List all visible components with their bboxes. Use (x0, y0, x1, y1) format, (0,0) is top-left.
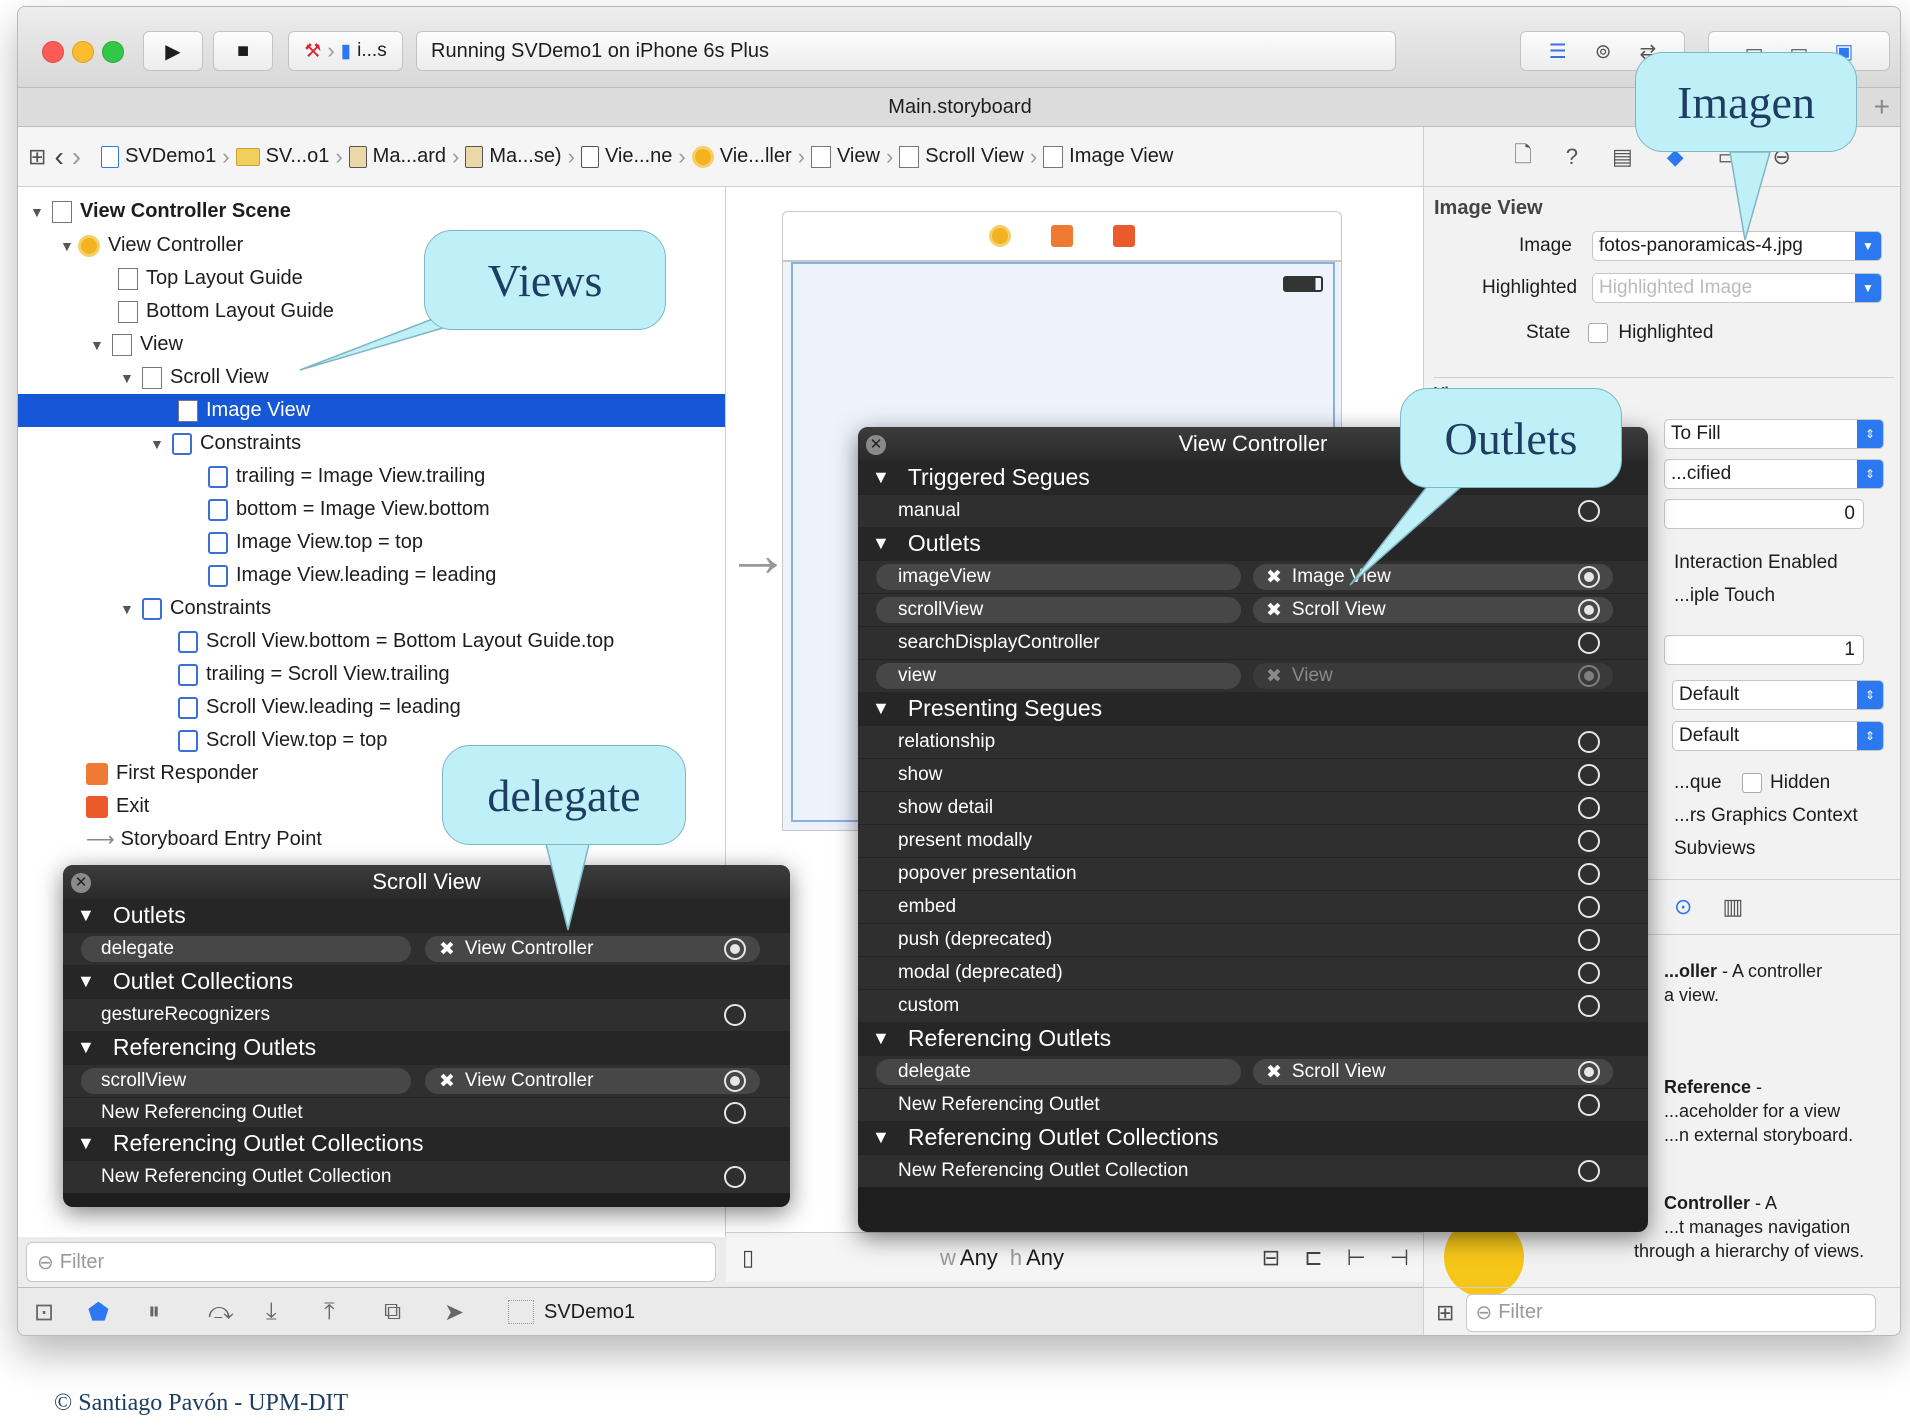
callout-text: Outlets (1444, 412, 1578, 464)
delegate-pointer (544, 839, 591, 931)
callout-text: delegate (487, 769, 641, 821)
callout-delegate: delegate (442, 745, 686, 845)
callout-imagen: Imagen (1635, 52, 1857, 152)
callout-text: Imagen (1677, 76, 1815, 128)
callout-views: Views (424, 230, 666, 330)
callout-outlets: Outlets (1400, 388, 1622, 488)
copyright-footer: © Santiago Pavón - UPM-DIT (54, 1390, 349, 1416)
callout-text: Views (487, 254, 603, 306)
imagen-pointer (1729, 151, 1771, 241)
callout-pointers (299, 151, 1771, 931)
